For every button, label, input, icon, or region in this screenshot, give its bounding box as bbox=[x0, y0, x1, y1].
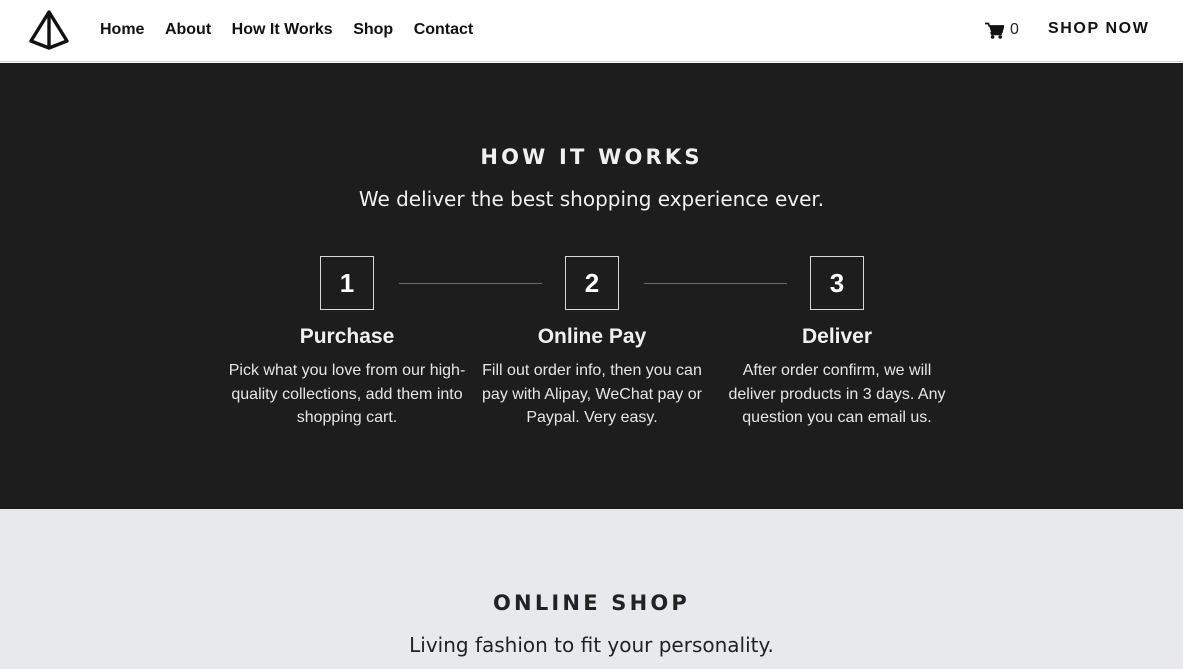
nav-link-home[interactable]: Home bbox=[100, 21, 144, 39]
pyramid-logo-icon[interactable] bbox=[28, 9, 70, 51]
nav-link-how-it-works[interactable]: How It Works bbox=[232, 21, 333, 39]
step-description: Pick what you love from our high-quality… bbox=[228, 362, 466, 426]
step-title: Deliver bbox=[801, 325, 873, 348]
step-connector-line bbox=[644, 283, 787, 284]
nav-link-about[interactable]: About bbox=[165, 21, 211, 39]
section-title: HOW IT WORKS bbox=[480, 145, 703, 169]
cart-count: 0 bbox=[1010, 21, 1019, 38]
how-it-works-section: HOW IT WORKS We deliver the best shoppin… bbox=[0, 63, 1183, 509]
top-navbar: Home About How It Works Shop Contact 0 S… bbox=[0, 0, 1183, 62]
online-shop-section: ONLINE SHOP Living fashion to fit your p… bbox=[0, 509, 1183, 669]
section-subtitle: Living fashion to fit your personality. bbox=[409, 633, 774, 657]
nav-link-contact[interactable]: Contact bbox=[414, 21, 474, 39]
step-number-box: 1 bbox=[320, 256, 374, 310]
nav-link-shop[interactable]: Shop bbox=[353, 21, 393, 39]
step-connector-line bbox=[399, 283, 542, 284]
shopping-cart-icon bbox=[985, 22, 1004, 39]
section-subtitle: We deliver the best shopping experience … bbox=[358, 187, 825, 211]
shop-now-button[interactable]: SHOP NOW bbox=[1048, 20, 1149, 38]
step-description: Fill out order info, then you can pay wi… bbox=[482, 362, 702, 426]
cart-button[interactable]: 0 bbox=[985, 19, 1019, 41]
section-title: ONLINE SHOP bbox=[493, 591, 690, 615]
step-title: Purchase bbox=[299, 325, 395, 348]
step-description: After order confirm, we will deliver pro… bbox=[728, 362, 946, 426]
step-title: Online Pay bbox=[537, 325, 647, 348]
main-nav: Home About How It Works Shop Contact bbox=[100, 0, 494, 60]
step-number-box: 3 bbox=[810, 256, 864, 310]
step-number-box: 2 bbox=[565, 256, 619, 310]
